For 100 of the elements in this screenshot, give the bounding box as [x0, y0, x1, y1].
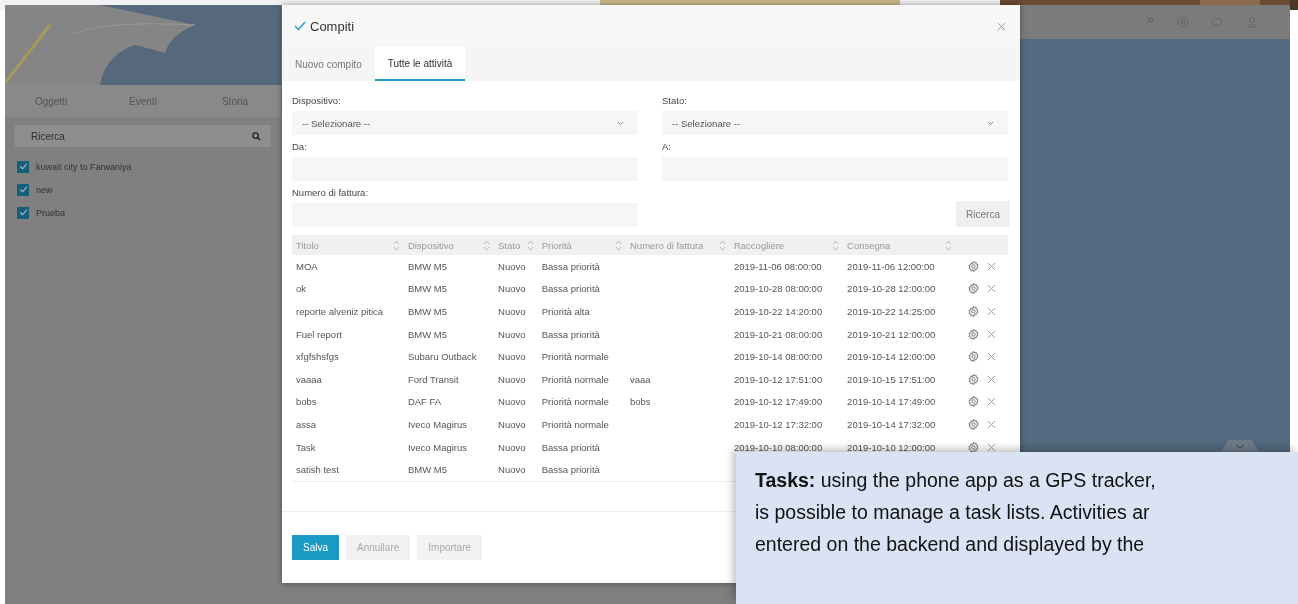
table-cell: 2019-11-06 08:00:00 [733, 260, 822, 272]
table-cell: satish test [296, 464, 339, 476]
table-cell: Nuovo [498, 260, 526, 272]
table-cell: BMW M5 [407, 260, 447, 272]
delete-icon[interactable] [987, 307, 996, 316]
sort-icon[interactable] [718, 239, 726, 251]
gear-icon[interactable] [968, 396, 979, 408]
table-cell: vaaaa [296, 373, 322, 385]
close-icon[interactable] [997, 21, 1006, 31]
checkbox[interactable] [17, 206, 29, 219]
gear-icon[interactable] [968, 328, 979, 340]
delete-icon[interactable] [987, 419, 996, 429]
table-cell: Bassa priorità [541, 283, 600, 295]
dialog-button[interactable]: Annullare [346, 535, 411, 560]
search-icon[interactable] [252, 132, 261, 141]
field-label: Da: [292, 141, 308, 152]
delete-icon[interactable] [987, 329, 996, 339]
table-cell: MOA [296, 260, 318, 272]
delete-icon[interactable] [987, 352, 996, 362]
table-cell: Priorità normale [541, 351, 609, 363]
delete-icon[interactable] [987, 261, 996, 271]
field-label: Dispositivo: [292, 95, 342, 106]
search-field[interactable]: Ricerca [15, 125, 271, 147]
table-cell: 2019-10-12 17:32:00 [733, 418, 823, 430]
field-label: Numero di fattura: [292, 187, 370, 198]
table-cell: 2019-10-14 12:00:00 [847, 351, 936, 363]
table-cell: Nuovo [498, 283, 526, 295]
table-cell: 2019-10-15 17:51:00 [847, 373, 936, 385]
table-cell: Bassa priorità [541, 441, 600, 453]
table-cell: BMW M5 [407, 464, 447, 476]
table-cell: Nuovo [498, 306, 526, 317]
gear-icon[interactable] [968, 306, 979, 317]
table-cell: 2019-10-10 08:00:00 [733, 441, 823, 453]
table-cell: Nuovo [498, 464, 526, 476]
table-cell: BMW M5 [407, 328, 447, 340]
field-label: A: [662, 141, 672, 152]
table-cell: Priorità alta [541, 306, 590, 317]
sort-icon[interactable] [526, 239, 534, 251]
table-cell: Bassa priorità [541, 328, 600, 340]
table-cell: 2019-10-21 12:00:00 [847, 328, 936, 340]
table-cell: assa [296, 418, 317, 430]
delete-icon[interactable] [987, 374, 996, 384]
sort-icon[interactable] [832, 239, 840, 251]
sort-icon[interactable] [392, 239, 400, 251]
sort-icon[interactable] [483, 239, 490, 251]
dialog-button[interactable]: Importare [417, 535, 483, 560]
delete-icon[interactable] [987, 397, 996, 407]
table-cell: 2019-10-14 08:00:00 [733, 351, 823, 363]
table-cell: Fuel report [296, 328, 342, 340]
table-cell: 2019-10-21 08:00:00 [733, 328, 823, 340]
table-cell: 2019-10-22 14:25:00 [847, 306, 936, 317]
table-cell: Priorità normale [541, 396, 609, 408]
gear-icon[interactable] [968, 441, 979, 453]
table-cell: Nuovo [498, 441, 526, 453]
table-cell: Nuovo [498, 351, 526, 363]
table-cell: Task [296, 441, 316, 453]
table-cell: reporte alveniz pitica [296, 306, 384, 317]
table-cell: Iveco Magirus [407, 441, 467, 453]
table-cell: Priorità normale [541, 373, 609, 385]
table-cell: DAF FA [407, 396, 442, 408]
delete-icon[interactable] [987, 284, 996, 294]
table-cell: 2019-10-22 14:20:00 [733, 306, 823, 317]
table-cell: Subaru Outback [407, 351, 477, 363]
dialog-tab[interactable]: Nuovo compito [282, 47, 375, 81]
column-header[interactable]: Titolo [296, 239, 319, 251]
gear-icon[interactable] [968, 418, 979, 430]
table-cell: Nuovo [498, 418, 526, 430]
sort-icon[interactable] [945, 239, 953, 251]
sort-icon[interactable] [615, 239, 622, 251]
table-cell: Priorità normale [541, 418, 609, 430]
table-cell: 2019-10-12 17:49:00 [733, 396, 823, 408]
object-label: kuwait city to Farwaniya [36, 161, 132, 172]
chevron-down-icon [987, 120, 994, 126]
select-field[interactable]: -- Selezionare -- [662, 111, 1008, 135]
table-cell: xfgfshsfgs [296, 351, 339, 363]
table-cell: 2019-10-28 12:00:00 [847, 283, 936, 295]
gear-icon[interactable] [968, 351, 979, 363]
chevron-down-icon [617, 120, 624, 126]
save-button[interactable]: Salva [292, 535, 339, 560]
check-icon [294, 21, 306, 31]
table-cell: 2019-10-10 12:00:00 [847, 441, 936, 453]
table-cell: bobs [296, 396, 317, 408]
delete-icon[interactable] [987, 442, 996, 452]
table-cell: 2019-11-06 12:00:00 [847, 260, 935, 272]
select-field[interactable]: -- Selezionare -- [292, 111, 638, 135]
checkbox[interactable] [17, 160, 29, 173]
table-cell: 2019-10-14 17:32:00 [847, 418, 936, 430]
table-cell: Nuovo [498, 373, 526, 385]
checkbox[interactable] [17, 183, 29, 196]
gear-icon[interactable] [968, 283, 979, 295]
search-button[interactable]: Ricerca [956, 201, 1010, 227]
dialog-tab[interactable]: Tutte le attività [374, 47, 466, 81]
gear-icon[interactable] [968, 260, 979, 272]
dialog-title: Compiti [310, 18, 355, 34]
object-label: new [36, 184, 53, 195]
object-label: Prueba [36, 207, 66, 218]
table-cell: Bassa priorità [541, 464, 600, 476]
gear-icon[interactable] [968, 373, 979, 385]
table-cell: 2019-10-12 17:51:00 [733, 373, 823, 385]
table-cell: 2019-10-14 17:49:00 [847, 396, 936, 408]
